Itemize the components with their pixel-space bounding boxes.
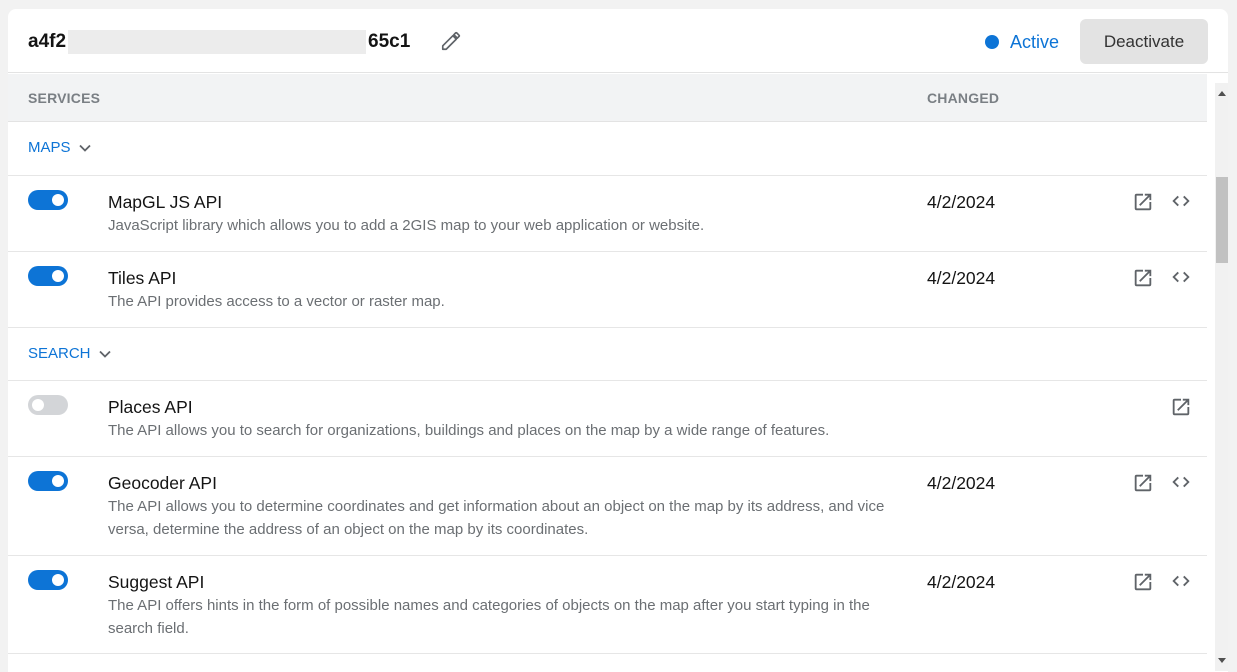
code-icon[interactable] [1170, 266, 1192, 288]
api-key-redaction [68, 30, 367, 54]
scrollbar-thumb[interactable] [1216, 177, 1228, 263]
group-toggle-search[interactable]: SEARCH [28, 345, 112, 362]
scroll-up-arrow[interactable] [1218, 91, 1226, 96]
service-name: Geocoder API [108, 473, 217, 493]
list-item-geocoder-api: Geocoder API The API allows you to deter… [8, 457, 1207, 556]
service-description: The API offers hints in the form of poss… [108, 597, 870, 637]
scrollbar[interactable] [1215, 83, 1228, 671]
api-key-suffix: 65c1 [368, 31, 411, 52]
group-toggle-maps[interactable]: MAPS [28, 139, 92, 156]
status-label: Active [1010, 31, 1060, 52]
code-icon[interactable] [1170, 570, 1192, 592]
service-changed-date: 4/2/2024 [927, 192, 996, 212]
group-label: SEARCH [28, 345, 91, 362]
column-changed: CHANGED [927, 90, 1000, 106]
status-indicator: Active [985, 31, 1059, 53]
external-link-icon[interactable] [1132, 191, 1154, 213]
service-name: Tiles API [108, 268, 177, 288]
service-toggle[interactable] [28, 570, 68, 590]
service-changed-date: 4/2/2024 [927, 268, 996, 288]
services-table: SERVICES CHANGED MAPS MapGL JS API JavaS… [8, 74, 1207, 672]
pencil-icon[interactable] [440, 30, 462, 52]
column-services: SERVICES [28, 90, 101, 106]
external-link-icon[interactable] [1170, 396, 1192, 418]
key-header: a4f2 65c1 Active Deactivate [8, 9, 1228, 73]
status-dot-icon [985, 35, 999, 49]
chevron-down-icon [98, 350, 111, 358]
code-icon[interactable] [1170, 190, 1192, 212]
service-toggle[interactable] [28, 471, 68, 491]
list-item-tiles-api: Tiles API The API provides access to a v… [8, 252, 1207, 328]
api-key-prefix: a4f2 [28, 31, 67, 52]
list-item-places-api: Places API The API allows you to search … [8, 381, 1207, 457]
service-toggle[interactable] [28, 266, 68, 286]
service-name: MapGL JS API [108, 192, 223, 212]
group-label: MAPS [28, 139, 71, 156]
service-changed-date: 4/2/2024 [927, 473, 996, 493]
service-toggle[interactable] [28, 190, 68, 210]
service-toggle[interactable] [28, 395, 68, 415]
service-description: The API allows you to determine coordina… [108, 498, 885, 538]
service-changed-date: 4/2/2024 [927, 572, 996, 592]
service-description: The API provides access to a vector or r… [108, 293, 445, 310]
service-description: JavaScript library which allows you to a… [108, 217, 705, 234]
table-header: SERVICES CHANGED [8, 74, 1207, 122]
external-link-icon[interactable] [1132, 472, 1154, 494]
deactivate-button[interactable]: Deactivate [1080, 19, 1208, 64]
scroll-down-arrow[interactable] [1218, 658, 1226, 663]
group-search: SEARCH [8, 328, 1207, 381]
list-item-suggest-api: Suggest API The API offers hints in the … [8, 556, 1207, 654]
group-maps: MAPS [8, 122, 1207, 176]
code-icon[interactable] [1170, 471, 1192, 493]
service-name: Places API [108, 397, 193, 417]
api-key-card: a4f2 65c1 Active Deactivate SERVICES CHA… [8, 9, 1228, 672]
api-key-title: a4f2 65c1 [28, 30, 410, 54]
service-name: Suggest API [108, 572, 205, 592]
list-item-mapgl-js-api: MapGL JS API JavaScript library which al… [8, 176, 1207, 252]
service-description: The API allows you to search for organiz… [108, 422, 830, 439]
external-link-icon[interactable] [1132, 571, 1154, 593]
external-link-icon[interactable] [1132, 267, 1154, 289]
chevron-down-icon [78, 144, 91, 152]
